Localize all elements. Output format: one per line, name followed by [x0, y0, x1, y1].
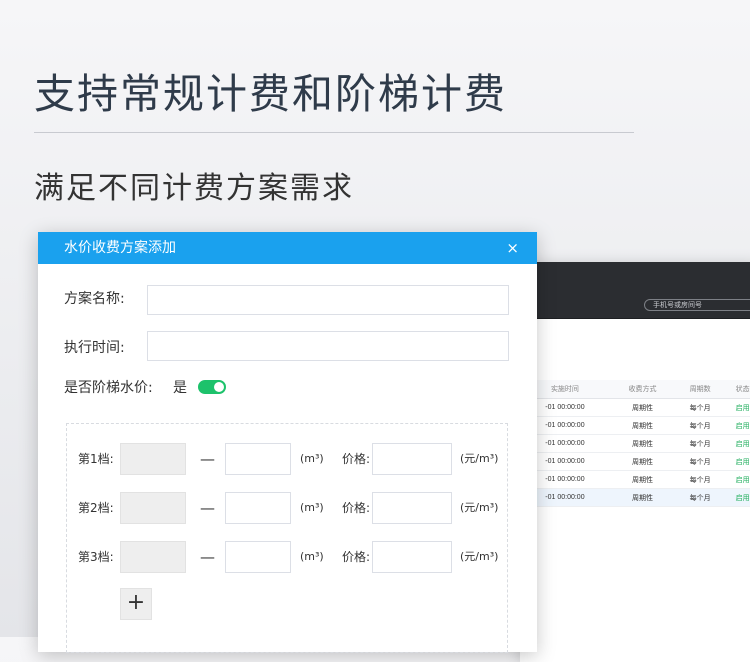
background-search-input[interactable]: 手机号或房间号 — [644, 299, 750, 311]
tier-price-label: 价格: — [342, 550, 371, 564]
tier-label: 第2档: — [78, 501, 114, 515]
tier-price-input[interactable] — [372, 492, 452, 524]
status-cell: 启用 — [725, 434, 750, 453]
tier-start-field — [120, 443, 186, 475]
exec-time-label: 执行时间: — [64, 340, 125, 356]
table-header-cell: 收费方式 — [609, 380, 676, 399]
table-row[interactable]: -01 00:00:00 周期性 每个月 启用 — [520, 452, 750, 471]
tier-price-input[interactable] — [372, 541, 452, 573]
tier-range-dash: — — [200, 548, 215, 566]
background-app-topbar: 手机号或房间号 — [520, 262, 750, 319]
table-cell: 周期性 — [609, 398, 676, 417]
tier-price-unit: (元/m³) — [460, 501, 499, 514]
status-cell: 启用 — [725, 398, 750, 417]
background-plan-table: 实施时间 收费方式 周期数 状态 -01 00:00:00 周期性 每个月 启用… — [520, 380, 750, 507]
tier-settings-panel: 第1档: — (m³) 价格: (元/m³) 第2档: — (m³) 价格: (… — [66, 423, 508, 653]
toggle-knob — [214, 382, 224, 392]
tier-label: 第1档: — [78, 452, 114, 466]
table-cell: 每个月 — [675, 434, 726, 453]
tiered-price-value: 是 — [173, 380, 187, 396]
dialog-header: 水价收费方案添加 × — [38, 232, 537, 264]
hero-divider — [34, 132, 634, 133]
table-cell: 每个月 — [675, 452, 726, 471]
table-cell: 周期性 — [609, 416, 676, 435]
tier-label: 第3档: — [78, 550, 114, 564]
plan-name-input[interactable] — [147, 285, 509, 315]
status-cell: 启用 — [725, 488, 750, 507]
status-cell: 启用 — [725, 452, 750, 471]
status-cell: 启用 — [725, 470, 750, 489]
tier-row-3: 第3档: — (m³) 价格: (元/m³) — [67, 541, 509, 573]
tiered-price-label: 是否阶梯水价: — [64, 380, 153, 396]
status-cell: 启用 — [725, 416, 750, 435]
tier-start-field — [120, 541, 186, 573]
tier-range-dash: — — [200, 499, 215, 517]
tier-start-field — [120, 492, 186, 524]
table-row[interactable]: -01 00:00:00 周期性 每个月 启用 — [520, 398, 750, 417]
table-cell: 周期性 — [609, 452, 676, 471]
add-tier-button[interactable]: + — [120, 588, 152, 620]
tier-price-label: 价格: — [342, 501, 371, 515]
tiered-price-toggle[interactable] — [198, 380, 226, 394]
table-cell: 周期性 — [609, 470, 676, 489]
tier-price-input[interactable] — [372, 443, 452, 475]
tier-row-2: 第2档: — (m³) 价格: (元/m³) — [67, 492, 509, 524]
plan-name-label: 方案名称: — [64, 291, 125, 307]
hero-title: 支持常规计费和阶梯计费 — [34, 70, 507, 118]
tier-price-unit: (元/m³) — [460, 452, 499, 465]
add-water-price-plan-dialog: 水价收费方案添加 × 方案名称: 执行时间: 是否阶梯水价: 是 第1档: — … — [38, 232, 537, 653]
table-cell: 周期性 — [609, 488, 676, 507]
table-row[interactable]: -01 00:00:00 周期性 每个月 启用 — [520, 470, 750, 489]
tier-row-1: 第1档: — (m³) 价格: (元/m³) — [67, 443, 509, 475]
table-row-selected[interactable]: -01 00:00:00 周期性 每个月 启用 — [520, 488, 750, 507]
table-header-row: 实施时间 收费方式 周期数 状态 — [520, 380, 750, 399]
table-cell: 每个月 — [675, 416, 726, 435]
table-row[interactable]: -01 00:00:00 周期性 每个月 启用 — [520, 434, 750, 453]
table-cell: 周期性 — [609, 434, 676, 453]
tier-end-input[interactable] — [225, 492, 291, 524]
table-header-cell: 状态 — [725, 380, 750, 399]
table-cell: 每个月 — [675, 398, 726, 417]
tier-end-input[interactable] — [225, 443, 291, 475]
tier-price-label: 价格: — [342, 452, 371, 466]
tier-volume-unit: (m³) — [300, 550, 324, 563]
exec-time-input[interactable] — [147, 331, 509, 361]
table-header-cell: 周期数 — [675, 380, 726, 399]
table-row[interactable]: -01 00:00:00 周期性 每个月 启用 — [520, 416, 750, 435]
close-icon[interactable]: × — [506, 232, 519, 264]
tier-price-unit: (元/m³) — [460, 550, 499, 563]
tier-end-input[interactable] — [225, 541, 291, 573]
background-app-window: 手机号或房间号 实施时间 收费方式 周期数 状态 -01 00:00:00 周期… — [520, 262, 750, 662]
tier-volume-unit: (m³) — [300, 452, 324, 465]
table-cell: 每个月 — [675, 470, 726, 489]
hero-subtitle: 满足不同计费方案需求 — [34, 171, 354, 206]
table-cell: 每个月 — [675, 488, 726, 507]
dialog-title: 水价收费方案添加 — [64, 240, 176, 256]
tier-volume-unit: (m³) — [300, 501, 324, 514]
tier-range-dash: — — [200, 450, 215, 468]
